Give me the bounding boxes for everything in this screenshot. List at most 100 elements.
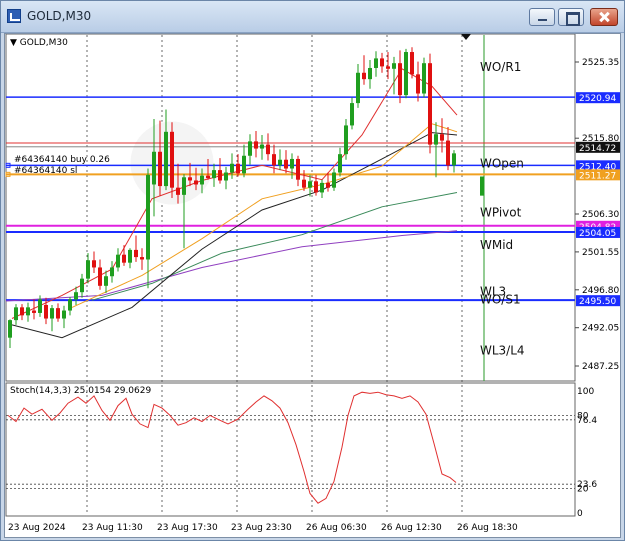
candle-body bbox=[374, 58, 378, 68]
candle-body bbox=[14, 307, 18, 321]
candle-body bbox=[164, 131, 168, 187]
candle-body bbox=[128, 249, 132, 263]
candle-body bbox=[110, 267, 114, 277]
candle-body bbox=[410, 52, 414, 75]
candle-body bbox=[308, 181, 312, 188]
candle-body bbox=[266, 144, 270, 155]
candle-body bbox=[446, 140, 450, 166]
candle-body bbox=[68, 299, 72, 311]
stoch-tick-label: 0 bbox=[577, 509, 583, 519]
candle-body bbox=[158, 151, 162, 187]
candle-body bbox=[302, 179, 306, 188]
candle-body bbox=[188, 177, 192, 181]
candle-body bbox=[296, 158, 300, 180]
candle-body bbox=[362, 72, 366, 80]
candle-body bbox=[236, 163, 240, 174]
candle-body bbox=[344, 125, 348, 155]
time-axis-label: 26 Aug 18:30 bbox=[457, 523, 518, 533]
current-price-tag-text: 2514.72 bbox=[579, 144, 616, 154]
minimize-button[interactable] bbox=[529, 8, 555, 26]
level-label: WPivot bbox=[480, 205, 522, 219]
candle-body bbox=[134, 249, 138, 258]
candle-body bbox=[38, 299, 42, 313]
candle-body bbox=[146, 174, 150, 260]
candle-body bbox=[380, 58, 384, 67]
candle-body bbox=[152, 151, 156, 185]
chart-area[interactable]: WO/R1 WOpen WPivot WMid WL3 WO/S1 WL3/L4 2525.3… bbox=[4, 33, 621, 538]
candle-body bbox=[368, 67, 372, 80]
candle-body bbox=[440, 134, 444, 141]
level-label: WL3/L4 bbox=[480, 343, 525, 357]
candle-body bbox=[224, 172, 228, 181]
candle-body bbox=[332, 172, 336, 188]
time-axis-label: 26 Aug 06:30 bbox=[306, 523, 367, 533]
time-axis-label: 23 Aug 17:30 bbox=[157, 523, 218, 533]
candle-body bbox=[170, 131, 174, 188]
candle-body bbox=[182, 177, 186, 195]
candle-body bbox=[104, 276, 108, 286]
price-tick-label: 2496.80 bbox=[582, 286, 619, 296]
candle-body bbox=[242, 155, 246, 174]
price-tick-label: 2487.25 bbox=[582, 362, 619, 372]
candle-body bbox=[122, 254, 126, 263]
candle-body bbox=[314, 181, 318, 193]
close-button[interactable] bbox=[590, 8, 618, 26]
candle-body bbox=[290, 158, 294, 169]
pivot-blue-tag-text: 2504.05 bbox=[579, 229, 616, 239]
candle-body bbox=[200, 175, 204, 185]
candle-body bbox=[218, 170, 222, 181]
price-tick-label: 2492.05 bbox=[582, 324, 619, 334]
time-axis-label: 26 Aug 12:30 bbox=[381, 523, 442, 533]
level-label: WMid bbox=[480, 238, 513, 252]
candle-body bbox=[272, 154, 276, 166]
candle-body bbox=[422, 63, 426, 94]
candle-body bbox=[278, 159, 282, 166]
candle-body bbox=[434, 134, 438, 145]
stoch-pane-frame bbox=[5, 382, 576, 517]
candle-body bbox=[44, 304, 48, 319]
candle-body bbox=[404, 52, 408, 96]
candle-body bbox=[8, 320, 12, 338]
window-title: GOLD,M30 bbox=[27, 9, 92, 23]
maximize-button[interactable] bbox=[558, 8, 584, 26]
stoploss-tag-text: 2511.27 bbox=[579, 171, 616, 181]
price-chart[interactable]: WO/R1WOpenWPivotWMidWL3WO/S1WL3/L42525.3… bbox=[5, 34, 621, 538]
wl3-tag-text: 2495.50 bbox=[579, 297, 616, 307]
candle-body bbox=[284, 159, 288, 169]
candle-body bbox=[62, 310, 66, 319]
candle-body bbox=[386, 66, 390, 69]
candle-body bbox=[356, 72, 360, 104]
candle-body bbox=[398, 63, 402, 96]
candle-body bbox=[74, 292, 78, 300]
candle-body bbox=[26, 307, 30, 316]
candle-body bbox=[230, 163, 234, 173]
candle-body bbox=[116, 254, 120, 268]
wo-r1-tag-text: 2520.94 bbox=[579, 94, 616, 104]
stoch-tick-label: 100 bbox=[577, 387, 594, 397]
candle-body bbox=[194, 180, 198, 185]
candle-body bbox=[392, 63, 396, 69]
current-candle bbox=[480, 176, 484, 196]
candle-body bbox=[86, 260, 90, 279]
candle-body bbox=[320, 182, 324, 193]
candle-body bbox=[254, 141, 258, 149]
title-bar[interactable]: GOLD,M30 bbox=[1, 1, 624, 33]
chart-window-icon bbox=[7, 9, 21, 23]
candle-body bbox=[428, 63, 432, 145]
candle-body bbox=[92, 260, 96, 268]
time-axis-label: 23 Aug 23:30 bbox=[231, 523, 292, 533]
candle-body bbox=[50, 308, 54, 319]
candle-body bbox=[80, 278, 84, 293]
candle-body bbox=[350, 103, 354, 126]
candle-body bbox=[206, 175, 210, 179]
price-tick-label: 2525.35 bbox=[582, 58, 619, 68]
symbol-caption: ▼ GOLD,M30 bbox=[10, 38, 68, 48]
candle-body bbox=[452, 153, 456, 166]
candle-body bbox=[260, 144, 264, 149]
candle-body bbox=[248, 141, 252, 156]
time-axis-label: 23 Aug 2024 bbox=[8, 523, 66, 533]
time-axis-label: 23 Aug 11:30 bbox=[82, 523, 143, 533]
candle-body bbox=[176, 187, 180, 195]
level-label: WOpen bbox=[480, 157, 524, 171]
level-label: WO/R1 bbox=[480, 60, 521, 74]
